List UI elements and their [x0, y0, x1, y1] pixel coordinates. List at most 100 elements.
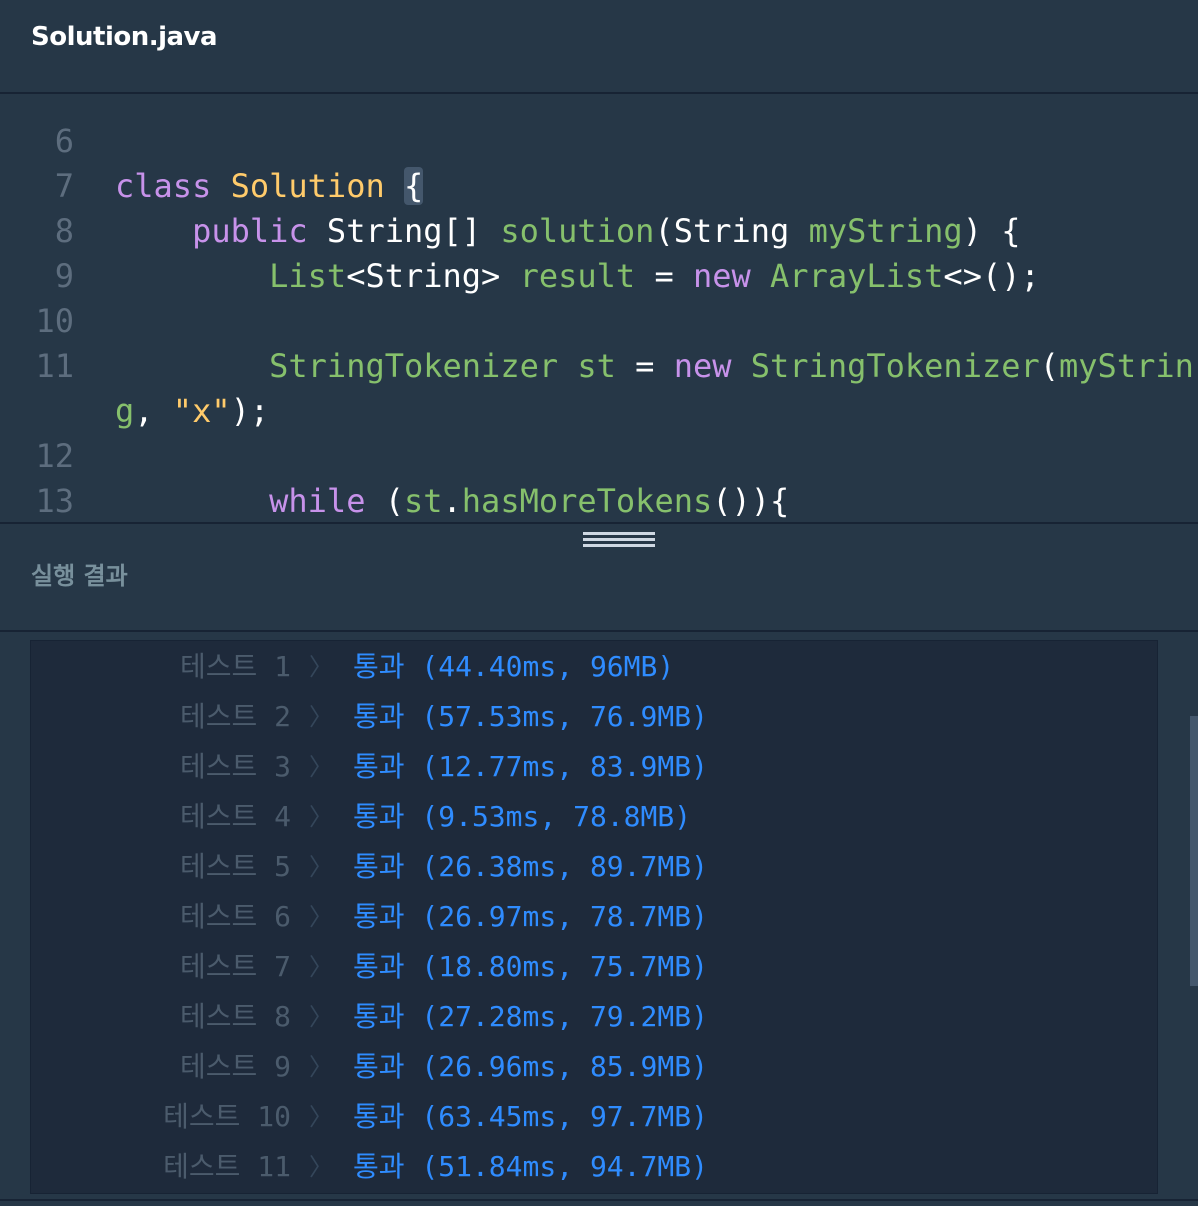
code-token: .	[442, 482, 462, 520]
code-token: class	[115, 167, 231, 205]
code-token: =	[654, 257, 693, 295]
code-token: <String>	[346, 257, 520, 295]
code-line[interactable]: 9 List<String> result = new ArrayList<>(…	[0, 254, 1198, 299]
chevron-right-icon: 〉	[309, 753, 333, 781]
line-number: 10	[35, 302, 74, 340]
results-list: 테스트 1 〉 통과 (44.40ms, 96MB) 테스트 2 〉 통과 (57.53m…	[30, 640, 1158, 1194]
code-token: );	[230, 392, 270, 430]
test-status: 통과 (27.28ms, 79.2MB)	[353, 1000, 708, 1033]
code-text: class Solution {	[115, 164, 424, 209]
code-token: ) {	[962, 212, 1021, 250]
chevron-right-icon: 〉	[309, 703, 333, 731]
code-token: hasMoreTokens	[461, 482, 713, 520]
code-token: ()){	[712, 482, 790, 520]
bottom-divider	[0, 1199, 1198, 1206]
test-result-row: 테스트 11 〉 통과 (51.84ms, 94.7MB)	[31, 1142, 1157, 1192]
code-token: StringTokenizer	[750, 347, 1040, 385]
test-label: 테스트 7	[180, 950, 291, 983]
code-line[interactable]: 7 class Solution {	[0, 164, 1198, 209]
chevron-right-icon: 〉	[309, 1003, 333, 1031]
test-status: 통과 (51.84ms, 94.7MB)	[353, 1150, 708, 1183]
code-runner-window: Solution.java 6 7 class Solution {8 public…	[0, 0, 1198, 1206]
test-status: 통과 (44.40ms, 96MB)	[353, 650, 675, 683]
code-editor[interactable]: 6 7 class Solution {8 public String[] solu…	[0, 94, 1198, 524]
test-label: 테스트 9	[180, 1050, 291, 1083]
test-result-row: 테스트 9 〉 통과 (26.96ms, 85.9MB)	[31, 1042, 1157, 1092]
code-token: (	[384, 482, 404, 520]
chevron-right-icon: 〉	[309, 1053, 333, 1081]
test-status: 통과 (12.77ms, 83.9MB)	[353, 750, 708, 783]
test-label: 테스트 10	[163, 1100, 291, 1133]
code-token: "x"	[172, 392, 231, 430]
test-result-row: 테스트 5 〉 통과 (26.38ms, 89.7MB)	[31, 842, 1157, 892]
code-token: Solution	[230, 167, 404, 205]
test-label: 테스트 1	[180, 650, 291, 683]
code-line[interactable]: 6	[0, 119, 1198, 164]
test-label: 테스트 4	[180, 800, 291, 833]
line-number: 8	[54, 212, 74, 250]
code-token: ,	[134, 392, 173, 430]
test-label: 테스트 5	[180, 850, 291, 883]
test-result-row: 테스트 8 〉 통과 (27.28ms, 79.2MB)	[31, 992, 1157, 1042]
test-label: 테스트 2	[180, 700, 291, 733]
chevron-right-icon: 〉	[309, 1103, 333, 1131]
test-status: 통과 (26.97ms, 78.7MB)	[353, 900, 708, 933]
line-number: 12	[35, 437, 74, 475]
code-token: myStrin	[1059, 347, 1194, 385]
test-label: 테스트 3	[180, 750, 291, 783]
code-text: List<String> result = new ArrayList<>();	[115, 254, 1040, 299]
test-label: 테스트 6	[180, 900, 291, 933]
code-token: g	[115, 392, 135, 430]
line-number: 9	[54, 257, 74, 295]
code-token: StringTokenizer	[269, 347, 578, 385]
code-text: while (st.hasMoreTokens()){	[115, 479, 789, 524]
chevron-right-icon: 〉	[309, 853, 333, 881]
code-line[interactable]: g, "x");	[0, 389, 1198, 434]
results-scrollbar[interactable]	[1190, 716, 1198, 986]
line-number: 6	[54, 122, 74, 160]
resize-handle-icon[interactable]	[583, 532, 655, 552]
code-token: result	[519, 257, 655, 295]
test-result-row: 테스트 1 〉 통과 (44.40ms, 96MB)	[31, 642, 1157, 692]
code-token: new	[673, 347, 751, 385]
matched-brace: {	[403, 167, 424, 205]
test-result-row: 테스트 6 〉 통과 (26.97ms, 78.7MB)	[31, 892, 1157, 942]
line-number: 13	[35, 482, 74, 520]
code-token: List	[269, 257, 347, 295]
test-status: 통과 (18.80ms, 75.7MB)	[353, 950, 708, 983]
code-token: new	[692, 257, 771, 295]
code-token: String[]	[326, 212, 501, 250]
editor-tab-bar: Solution.java	[0, 0, 1198, 94]
test-result-row: 테스트 10 〉 통과 (63.45ms, 97.7MB)	[31, 1092, 1157, 1142]
code-line[interactable]: 8 public String[] solution(String myStri…	[0, 209, 1198, 254]
code-token: st	[577, 347, 636, 385]
test-status: 통과 (57.53ms, 76.9MB)	[353, 700, 708, 733]
code-token: while	[269, 482, 385, 520]
chevron-right-icon: 〉	[309, 653, 333, 681]
code-line[interactable]: 13 while (st.hasMoreTokens()){	[0, 479, 1198, 524]
test-label: 테스트 11	[163, 1150, 291, 1183]
chevron-right-icon: 〉	[309, 903, 333, 931]
test-status: 통과 (26.96ms, 85.9MB)	[353, 1050, 708, 1083]
chevron-right-icon: 〉	[309, 953, 333, 981]
test-status: 통과 (63.45ms, 97.7MB)	[353, 1100, 708, 1133]
code-token: public	[192, 212, 327, 250]
file-tab-solution-java[interactable]: Solution.java	[31, 22, 218, 52]
test-result-row: 테스트 4 〉 통과 (9.53ms, 78.8MB)	[31, 792, 1157, 842]
line-number: 11	[35, 347, 74, 385]
test-status: 통과 (9.53ms, 78.8MB)	[353, 800, 692, 833]
line-number: 7	[54, 167, 74, 205]
code-token: st	[403, 482, 443, 520]
code-line[interactable]: 10	[0, 299, 1198, 344]
code-token: (	[1039, 347, 1060, 385]
code-line[interactable]: 12	[0, 434, 1198, 479]
code-token: =	[635, 347, 674, 385]
code-line[interactable]: 11 StringTokenizer st = new StringTokeni…	[0, 344, 1198, 389]
code-token: (String	[654, 212, 809, 250]
test-result-row: 테스트 3 〉 통과 (12.77ms, 83.9MB)	[31, 742, 1157, 792]
test-result-row: 테스트 7 〉 통과 (18.80ms, 75.7MB)	[31, 942, 1157, 992]
